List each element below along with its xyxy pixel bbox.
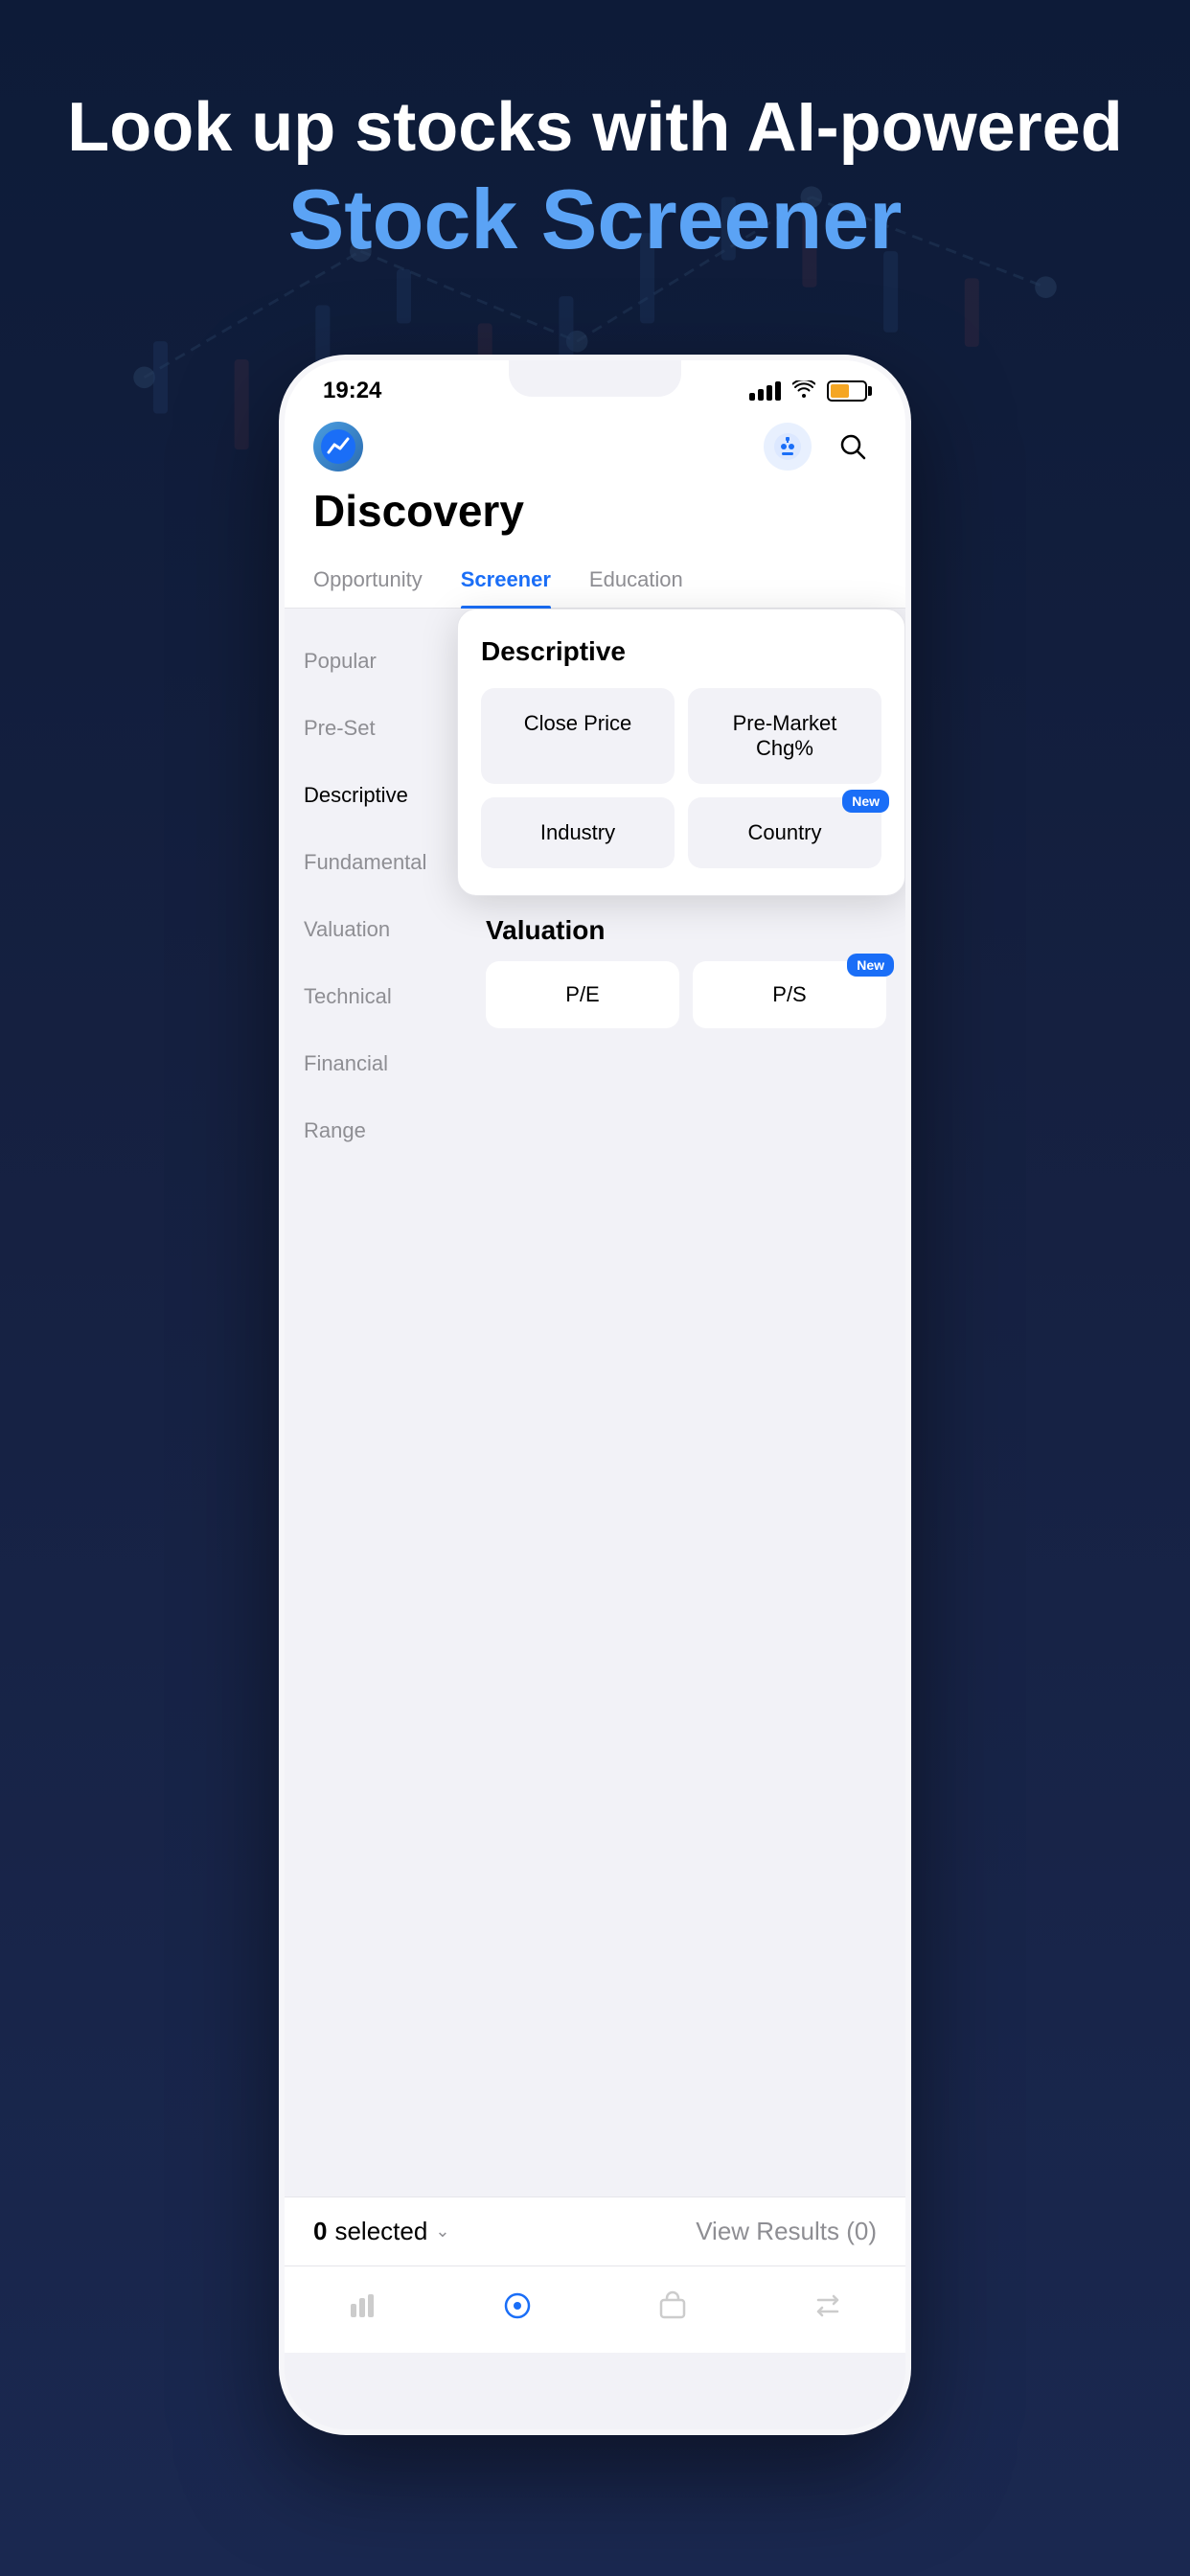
valuation-section: Valuation P/E P/S New (486, 915, 886, 1028)
filter-pre-market-label: Pre-MarketChg% (733, 711, 837, 760)
wifi-icon (792, 379, 815, 403)
sidebar-item-descriptive[interactable]: Descriptive (285, 762, 467, 829)
valuation-title: Valuation (486, 915, 886, 946)
screener-layout: Popular Pre-Set Descriptive Fundamental … (285, 609, 905, 1164)
ps-new-badge: New (847, 954, 894, 977)
signal-bar-4 (775, 381, 781, 401)
nav-transfer[interactable] (804, 2282, 852, 2330)
app-logo (313, 422, 363, 472)
signal-icon (749, 381, 781, 401)
tab-opportunity[interactable]: Opportunity (313, 552, 423, 608)
phone-mockup: 19:24 (279, 355, 911, 2435)
sidebar-item-pre-set[interactable]: Pre-Set (285, 695, 467, 762)
hero-title-line2: Stock Screener (0, 169, 1190, 270)
selected-count-section[interactable]: 0 selected ⌄ (313, 2217, 449, 2246)
search-button[interactable] (829, 423, 877, 471)
descriptive-filter-grid: Close Price Pre-MarketChg% Industry Coun… (481, 688, 881, 868)
phone-notch (509, 360, 681, 397)
tab-education[interactable]: Education (589, 552, 683, 608)
app-header (285, 412, 905, 485)
signal-bar-2 (758, 389, 764, 401)
phone-frame: 19:24 (279, 355, 911, 2435)
valuation-filters: P/E P/S New (486, 961, 886, 1028)
header-action-icons (764, 423, 877, 471)
signal-bar-3 (767, 385, 772, 401)
selected-label: selected (334, 2217, 427, 2246)
ai-robot-button[interactable] (764, 423, 812, 471)
battery-fill (831, 384, 849, 398)
view-results-button[interactable]: View Results (0) (696, 2217, 877, 2246)
nav-portfolio[interactable] (649, 2282, 697, 2330)
sidebar: Popular Pre-Set Descriptive Fundamental … (285, 609, 467, 1164)
filter-pe[interactable]: P/E (486, 961, 679, 1028)
country-new-badge: New (842, 790, 889, 813)
tab-screener[interactable]: Screener (461, 552, 551, 608)
chevron-down-icon: ⌄ (435, 2221, 449, 2242)
sidebar-item-valuation[interactable]: Valuation (285, 896, 467, 963)
filter-ps-label: P/S (772, 982, 806, 1006)
bottom-bar-wrapper: 0 selected ⌄ View Results (0) (285, 2196, 905, 2353)
filter-pre-market-chg[interactable]: Pre-MarketChg% (688, 688, 881, 784)
page-title-section: Discovery (285, 485, 905, 552)
hero-section: Look up stocks with AI-powered Stock Scr… (0, 86, 1190, 270)
transfer-nav-icon (804, 2282, 852, 2330)
sidebar-item-fundamental[interactable]: Fundamental (285, 829, 467, 896)
battery-icon (827, 380, 867, 402)
sidebar-item-range[interactable]: Range (285, 1097, 467, 1164)
right-panel: Descriptive Close Price Pre-MarketChg% I… (467, 609, 905, 1164)
portfolio-nav-icon (649, 2282, 697, 2330)
page-title: Discovery (313, 485, 877, 537)
nav-discovery[interactable] (493, 2282, 541, 2330)
sidebar-item-popular[interactable]: Popular (285, 628, 467, 695)
signal-bar-1 (749, 393, 755, 401)
filter-country-label: Country (747, 820, 821, 844)
bottom-bar: 0 selected ⌄ View Results (0) (285, 2196, 905, 2266)
filter-ps[interactable]: P/S New (693, 961, 886, 1028)
hero-title-line1: Look up stocks with AI-powered (0, 86, 1190, 169)
popup-title: Descriptive (481, 636, 881, 667)
filter-close-price[interactable]: Close Price (481, 688, 675, 784)
selected-number: 0 (313, 2217, 327, 2246)
chart-nav-icon (338, 2282, 386, 2330)
tabs-bar: Opportunity Screener Education (285, 552, 905, 609)
status-time: 19:24 (323, 378, 381, 404)
nav-chart[interactable] (338, 2282, 386, 2330)
main-content: Popular Pre-Set Descriptive Fundamental … (285, 609, 905, 2429)
filter-country[interactable]: Country New (688, 797, 881, 868)
sidebar-item-financial[interactable]: Financial (285, 1030, 467, 1097)
sidebar-item-technical[interactable]: Technical (285, 963, 467, 1030)
status-icons (749, 379, 867, 403)
bottom-nav (285, 2266, 905, 2353)
descriptive-popup: Descriptive Close Price Pre-MarketChg% I… (457, 609, 905, 896)
filter-industry[interactable]: Industry (481, 797, 675, 868)
discovery-nav-icon (493, 2282, 541, 2330)
